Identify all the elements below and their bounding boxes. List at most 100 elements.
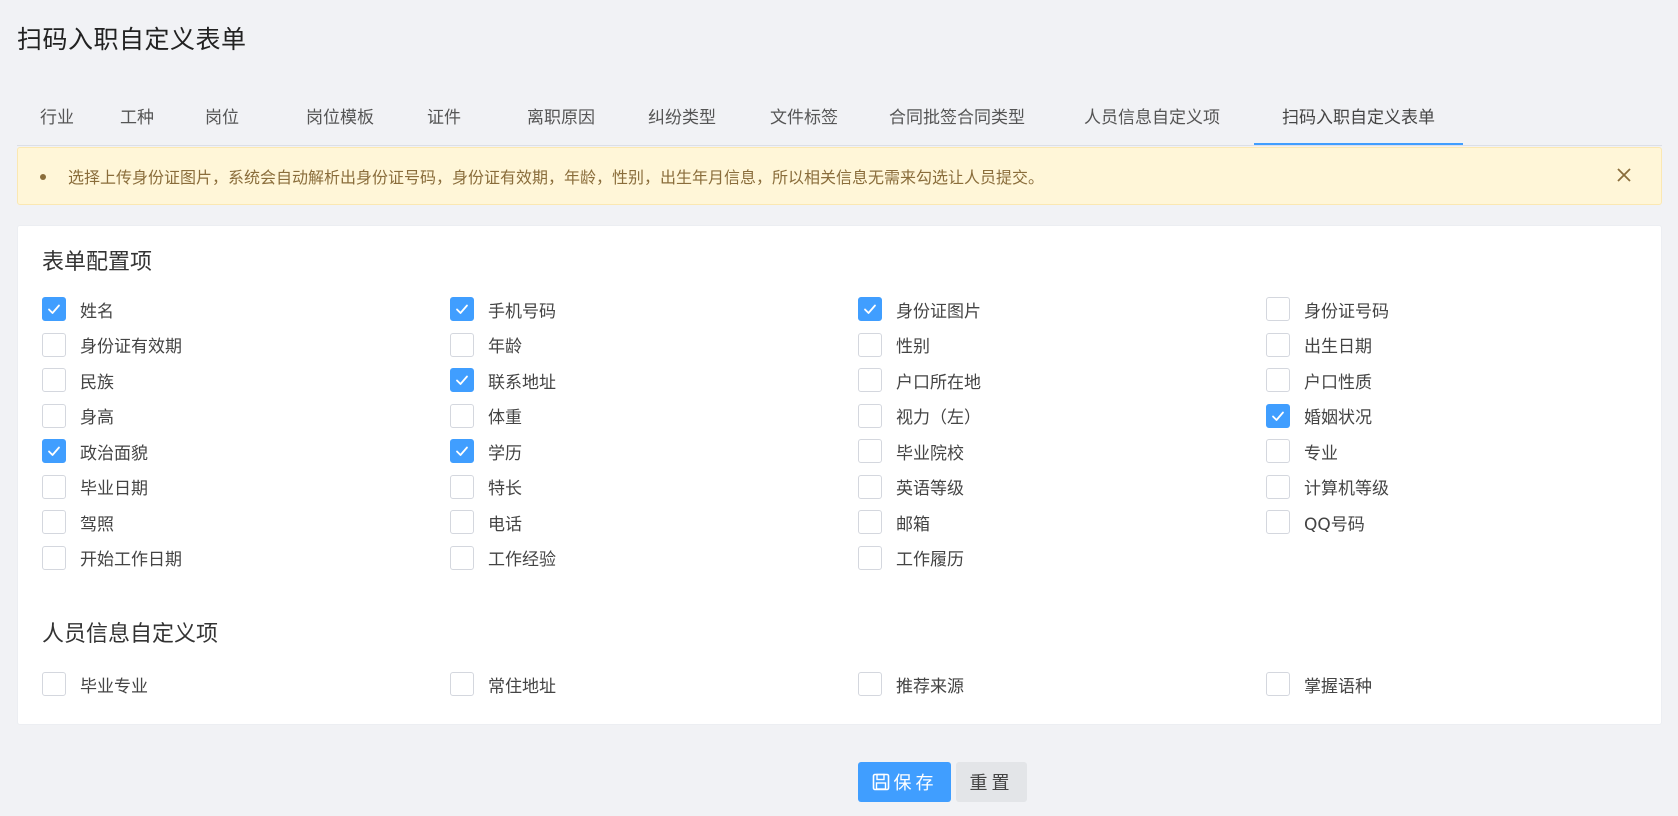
checkbox-unchecked-icon[interactable]	[1266, 510, 1290, 534]
checkbox-checked-icon[interactable]	[42, 439, 66, 463]
checkbox-item[interactable]: 姓名	[42, 296, 114, 322]
checkbox-unchecked-icon[interactable]	[42, 403, 66, 428]
checkbox-item[interactable]: 英语等级	[858, 474, 964, 500]
checkbox-unchecked-icon[interactable]	[858, 368, 882, 392]
checkbox-unchecked-icon[interactable]	[858, 510, 882, 534]
alert-message: 选择上传身份证图片，系统会自动解析出身份证号码，身份证有效期，年龄，性别，出生年…	[68, 168, 1045, 187]
checkbox-checked-icon[interactable]	[450, 368, 474, 392]
checkbox-checked-icon[interactable]	[42, 297, 66, 321]
checkbox-unchecked-icon[interactable]	[450, 510, 474, 534]
checkbox-unchecked-icon[interactable]	[1266, 332, 1290, 357]
checkbox-item[interactable]: 性别	[858, 332, 930, 358]
checkbox-unchecked-icon[interactable]	[42, 510, 66, 534]
checkbox-item[interactable]: 户口性质	[1266, 367, 1372, 393]
checkbox-item[interactable]: 出生日期	[1266, 332, 1372, 358]
checkbox-unchecked-icon[interactable]	[1266, 672, 1290, 696]
checkbox-item[interactable]: 计算机等级	[1266, 474, 1389, 500]
checkbox-item[interactable]: 身高	[42, 403, 114, 429]
checkbox-label: 出生日期	[1304, 337, 1372, 357]
checkbox-unchecked-icon[interactable]	[450, 332, 474, 357]
tab-resign-reason[interactable]: 离职原因	[511, 94, 611, 146]
checkbox-unchecked-icon[interactable]	[858, 403, 882, 428]
checkbox-unchecked-icon[interactable]	[858, 672, 882, 696]
checkbox-item[interactable]: 开始工作日期	[42, 545, 182, 571]
checkbox-item[interactable]: 毕业日期	[42, 474, 148, 500]
checkbox-unchecked-icon[interactable]	[450, 672, 474, 696]
checkbox-unchecked-icon[interactable]	[42, 545, 66, 570]
checkbox-unchecked-icon[interactable]	[42, 332, 66, 357]
checkbox-row: 身高 体重 视力（左） 婚姻状况	[42, 403, 1642, 429]
checkbox-checked-icon[interactable]	[450, 297, 474, 321]
tab-dispute-type[interactable]: 纠纷类型	[632, 94, 732, 146]
checkbox-label: 姓名	[80, 301, 114, 322]
checkbox-row: 毕业专业 常住地址 推荐来源 掌握语种	[42, 671, 1642, 697]
checkbox-unchecked-icon[interactable]	[1266, 297, 1290, 321]
checkbox-label: 视力（左）	[896, 408, 981, 428]
checkbox-unchecked-icon[interactable]	[858, 474, 882, 499]
checkbox-checked-icon[interactable]	[858, 297, 882, 321]
checkbox-item[interactable]: 身份证号码	[1266, 296, 1389, 322]
checkbox-item[interactable]: 工作履历	[858, 545, 964, 571]
tab-job-type[interactable]: 工种	[105, 94, 169, 146]
checkbox-unchecked-icon[interactable]	[42, 368, 66, 392]
checkbox-label: 身高	[80, 408, 114, 428]
checkbox-item[interactable]: 学历	[450, 438, 522, 464]
checkbox-item[interactable]: 毕业专业	[42, 671, 148, 697]
tab-industry[interactable]: 行业	[25, 94, 89, 146]
checkbox-unchecked-icon[interactable]	[450, 474, 474, 499]
tab-personnel-custom[interactable]: 人员信息自定义项	[1067, 94, 1237, 146]
checkbox-row: 毕业日期 特长 英语等级 计算机等级	[42, 474, 1642, 500]
checkbox-item[interactable]: 联系地址	[450, 367, 556, 393]
save-icon	[872, 773, 890, 791]
checkbox-item[interactable]: 常住地址	[450, 671, 556, 697]
checkbox-label: 邮箱	[896, 514, 930, 535]
checkbox-label: 毕业专业	[80, 676, 148, 697]
checkbox-unchecked-icon[interactable]	[1266, 474, 1290, 499]
checkbox-item[interactable]: 婚姻状况	[1266, 403, 1372, 429]
checkbox-item[interactable]: 体重	[450, 403, 522, 429]
checkbox-label: 专业	[1304, 443, 1338, 464]
checkbox-unchecked-icon[interactable]	[450, 545, 474, 570]
checkbox-unchecked-icon[interactable]	[42, 672, 66, 696]
form-config-title: 表单配置项	[42, 250, 153, 275]
checkbox-item[interactable]: 邮箱	[858, 509, 930, 535]
checkbox-label: 毕业院校	[896, 443, 964, 464]
checkbox-item[interactable]: 掌握语种	[1266, 671, 1372, 697]
checkbox-item[interactable]: 毕业院校	[858, 438, 964, 464]
checkbox-unchecked-icon[interactable]	[450, 403, 474, 428]
checkbox-item[interactable]: 身份证有效期	[42, 332, 182, 358]
checkbox-unchecked-icon[interactable]	[1266, 368, 1290, 392]
tab-scan-form[interactable]: 扫码入职自定义表单	[1254, 94, 1463, 146]
checkbox-item[interactable]: QQ号码	[1266, 509, 1365, 535]
checkbox-item[interactable]: 推荐来源	[858, 671, 964, 697]
checkbox-item[interactable]: 户口所在地	[858, 367, 981, 393]
reset-button[interactable]: 重置	[956, 762, 1027, 802]
tab-contract-type[interactable]: 合同批签合同类型	[872, 94, 1042, 146]
checkbox-checked-icon[interactable]	[450, 439, 474, 463]
tab-certificate[interactable]: 证件	[412, 94, 476, 146]
checkbox-unchecked-icon[interactable]	[858, 332, 882, 357]
checkbox-unchecked-icon[interactable]	[1266, 439, 1290, 463]
checkbox-item[interactable]: 政治面貌	[42, 438, 148, 464]
checkbox-checked-icon[interactable]	[1266, 403, 1290, 428]
checkbox-unchecked-icon[interactable]	[858, 545, 882, 570]
checkbox-label: 手机号码	[488, 301, 556, 322]
checkbox-item[interactable]: 工作经验	[450, 545, 556, 571]
close-icon[interactable]	[1613, 164, 1635, 186]
checkbox-item[interactable]: 视力（左）	[858, 403, 981, 429]
tab-position-template[interactable]: 岗位模板	[290, 94, 390, 146]
checkbox-item[interactable]: 手机号码	[450, 296, 556, 322]
checkbox-item[interactable]: 电话	[450, 509, 522, 535]
checkbox-unchecked-icon[interactable]	[42, 474, 66, 499]
checkbox-item[interactable]: 身份证图片	[858, 296, 981, 322]
checkbox-item[interactable]: 驾照	[42, 509, 114, 535]
checkbox-item[interactable]: 专业	[1266, 438, 1338, 464]
save-button[interactable]: 保存	[858, 762, 951, 802]
checkbox-unchecked-icon[interactable]	[858, 439, 882, 463]
checkbox-item[interactable]: 民族	[42, 367, 114, 393]
checkbox-item[interactable]: 年龄	[450, 332, 522, 358]
tab-position[interactable]: 岗位	[190, 94, 254, 146]
checkbox-label: 身份证图片	[896, 301, 981, 322]
tab-file-tag[interactable]: 文件标签	[754, 94, 854, 146]
checkbox-item[interactable]: 特长	[450, 474, 522, 500]
